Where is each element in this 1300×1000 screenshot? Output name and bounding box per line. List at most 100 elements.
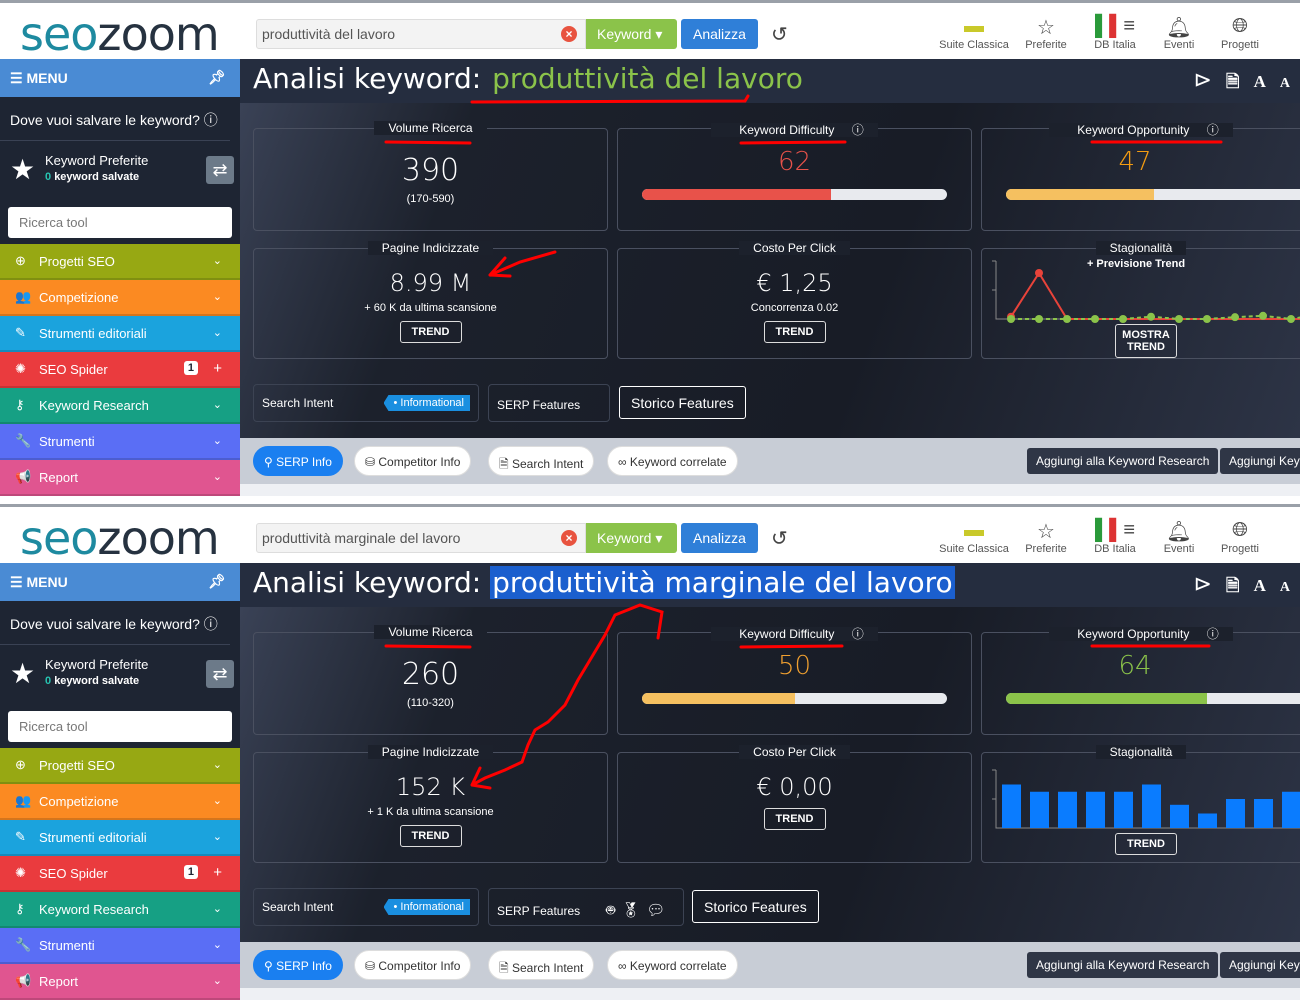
chevron-down-icon[interactable]: ⌄ [213,974,222,987]
keyword-correlate-tab[interactable]: ∞ Keyword correlate [607,950,738,980]
keyword-metrics: Volume Ricerca 260 (110-320) Keyword Dif… [240,607,1300,942]
chevron-down-icon[interactable]: ⌄ [213,398,222,411]
sidebar-item-competizione[interactable]: 👥 Competizione ⌄ [0,280,240,316]
cpc-trend-button[interactable]: TREND [763,808,826,830]
seozoom-logo[interactable]: seozoom [20,511,220,565]
sidebar-item-strumenti-editoriali[interactable]: ✎ Strumenti editoriali ⌄ [0,820,240,856]
keyword-type-dropdown[interactable]: Keyword ▾ [586,19,677,49]
sidebar-item-keyword-research[interactable]: ⚷ Keyword Research ⌄ [0,892,240,928]
preferite-button[interactable]: ☆ Preferite [1006,15,1086,51]
sidebar-item-seo-spider[interactable]: ✺ SEO Spider 1 + [0,856,240,892]
chevron-down-icon[interactable]: ⌄ [213,758,222,771]
info-icon[interactable]: ⓘ [204,616,218,632]
add-keyword-button[interactable]: Aggiungi Keyw [1220,952,1300,978]
history-icon[interactable]: ↺ [771,526,788,551]
progetti-button[interactable]: 🌐︎ Progetti [1200,15,1280,51]
play-icon[interactable]: ⊳ [1193,571,1211,597]
menu-label: MENU [26,70,68,86]
sidebar-item-report[interactable]: 📢 Report ⌄ [0,964,240,1000]
sidebar-item-competizione[interactable]: 👥 Competizione ⌄ [0,784,240,820]
serp-info-tab[interactable]: ⚲ SERP Info [253,446,343,476]
seasonality-trend-button[interactable]: MOSTRA TREND [1115,324,1177,358]
progetti-button[interactable]: 🌐︎ Progetti [1200,519,1280,555]
tool-search-input[interactable]: Ricerca tool [8,711,232,742]
info-icon[interactable]: ⓘ [1206,123,1219,137]
keyword-correlate-tab[interactable]: ∞ Keyword correlate [607,446,738,476]
info-icon[interactable]: ⓘ [851,123,864,137]
add-to-keyword-research-button[interactable]: Aggiungi alla Keyword Research [1027,952,1219,978]
seozoom-logo[interactable]: seozoom [20,7,220,61]
pdf-icon[interactable]: 🗎 [1226,69,1240,98]
menu-toggle[interactable]: ☰ MENU 📌︎ [0,563,240,601]
suite-classica-button[interactable]: ▬ Suite Classica [934,519,1014,555]
history-icon[interactable]: ↺ [771,22,788,47]
search-intent-tab[interactable]: 🗎 Search Intent [488,446,595,476]
chevron-down-icon[interactable]: ⌄ [213,434,222,447]
info-icon[interactable]: ⓘ [1206,627,1219,641]
info-icon[interactable]: ⓘ [851,627,864,641]
sidebar-item-progetti-seo[interactable]: ⊕ Progetti SEO ⌄ [0,244,240,280]
competitor-info-tab[interactable]: ⛁ Competitor Info [354,446,472,476]
info-icon[interactable]: ⓘ [204,112,218,128]
pages-trend-button[interactable]: TREND [399,321,462,343]
clear-search-icon[interactable]: × [561,26,577,42]
sidebar-item-strumenti-editoriali[interactable]: ✎ Strumenti editoriali ⌄ [0,316,240,352]
swap-icon[interactable]: ⇄ [206,156,234,184]
keyword-search-input[interactable]: produttività marginale del lavoro [256,523,586,553]
sidebar-item-keyword-research[interactable]: ⚷ Keyword Research ⌄ [0,388,240,424]
plus-icon[interactable]: + [213,360,222,377]
forecast-point [1035,315,1043,323]
intent-tag[interactable]: • Informational [383,395,470,411]
analyze-button[interactable]: Analizza [681,19,758,49]
font-increase-icon[interactable]: A [1254,576,1266,596]
page-title: Analisi keyword: produttività marginale … [253,566,955,599]
competitor-info-tab[interactable]: ⛁ Competitor Info [354,950,472,980]
chevron-down-icon[interactable]: ⌄ [213,326,222,339]
search-intent-tab[interactable]: 🗎 Search Intent [488,950,595,980]
keyword-preferite[interactable]: ★ Keyword Preferite 0 keyword salvate ⇄ [0,645,240,705]
intent-tag[interactable]: • Informational [383,899,470,915]
top-header: seozoom produttività del lavoro × Keywor… [0,0,1300,61]
plus-icon[interactable]: + [213,864,222,881]
chevron-down-icon[interactable]: ⌄ [213,290,222,303]
swap-icon[interactable]: ⇄ [206,660,234,688]
suite-classica-button[interactable]: ▬ Suite Classica [934,15,1014,51]
storico-features-button[interactable]: Storico Features [692,890,819,923]
chevron-down-icon[interactable]: ⌄ [213,902,222,915]
sidebar-item-strumenti[interactable]: 🔧 Strumenti ⌄ [0,928,240,964]
storico-features-button[interactable]: Storico Features [619,386,746,419]
menu-toggle[interactable]: ☰ MENU 📌︎ [0,59,240,97]
font-decrease-icon[interactable]: A [1280,580,1290,596]
keyword-type-dropdown[interactable]: Keyword ▾ [586,523,677,553]
forecast-point [1091,315,1099,323]
seasonality-trend-button[interactable]: TREND [1115,833,1177,855]
chevron-down-icon[interactable]: ⌄ [213,830,222,843]
preferite-button[interactable]: ☆ Preferite [1006,519,1086,555]
add-keyword-button[interactable]: Aggiungi Keyw [1220,448,1300,474]
chevron-down-icon[interactable]: ⌄ [213,938,222,951]
pages-trend-button[interactable]: TREND [399,825,462,847]
volume-label: Volume Ricerca [374,121,487,135]
chevron-down-icon[interactable]: ⌄ [213,470,222,483]
competitor-icon: ⛁ [365,959,379,973]
pin-icon[interactable]: 📌︎ [208,69,226,86]
sidebar-item-strumenti[interactable]: 🔧 Strumenti ⌄ [0,424,240,460]
pdf-icon[interactable]: 🗎 [1226,573,1240,602]
sidebar-item-report[interactable]: 📢 Report ⌄ [0,460,240,496]
play-icon[interactable]: ⊳ [1193,67,1211,93]
tool-search-input[interactable]: Ricerca tool [8,207,232,238]
clear-search-icon[interactable]: × [561,530,577,546]
chevron-down-icon[interactable]: ⌄ [213,794,222,807]
pin-icon[interactable]: 📌︎ [208,573,226,590]
sidebar-item-progetti-seo[interactable]: ⊕ Progetti SEO ⌄ [0,748,240,784]
serp-info-tab[interactable]: ⚲ SERP Info [253,950,343,980]
add-to-keyword-research-button[interactable]: Aggiungi alla Keyword Research [1027,448,1219,474]
sidebar-item-seo-spider[interactable]: ✺ SEO Spider 1 + [0,352,240,388]
cpc-trend-button[interactable]: TREND [763,321,826,343]
keyword-search-input[interactable]: produttività del lavoro [256,19,586,49]
chevron-down-icon[interactable]: ⌄ [213,254,222,267]
font-increase-icon[interactable]: A [1254,72,1266,92]
keyword-preferite[interactable]: ★ Keyword Preferite 0 keyword salvate ⇄ [0,141,240,201]
font-decrease-icon[interactable]: A [1280,76,1290,92]
analyze-button[interactable]: Analizza [681,523,758,553]
